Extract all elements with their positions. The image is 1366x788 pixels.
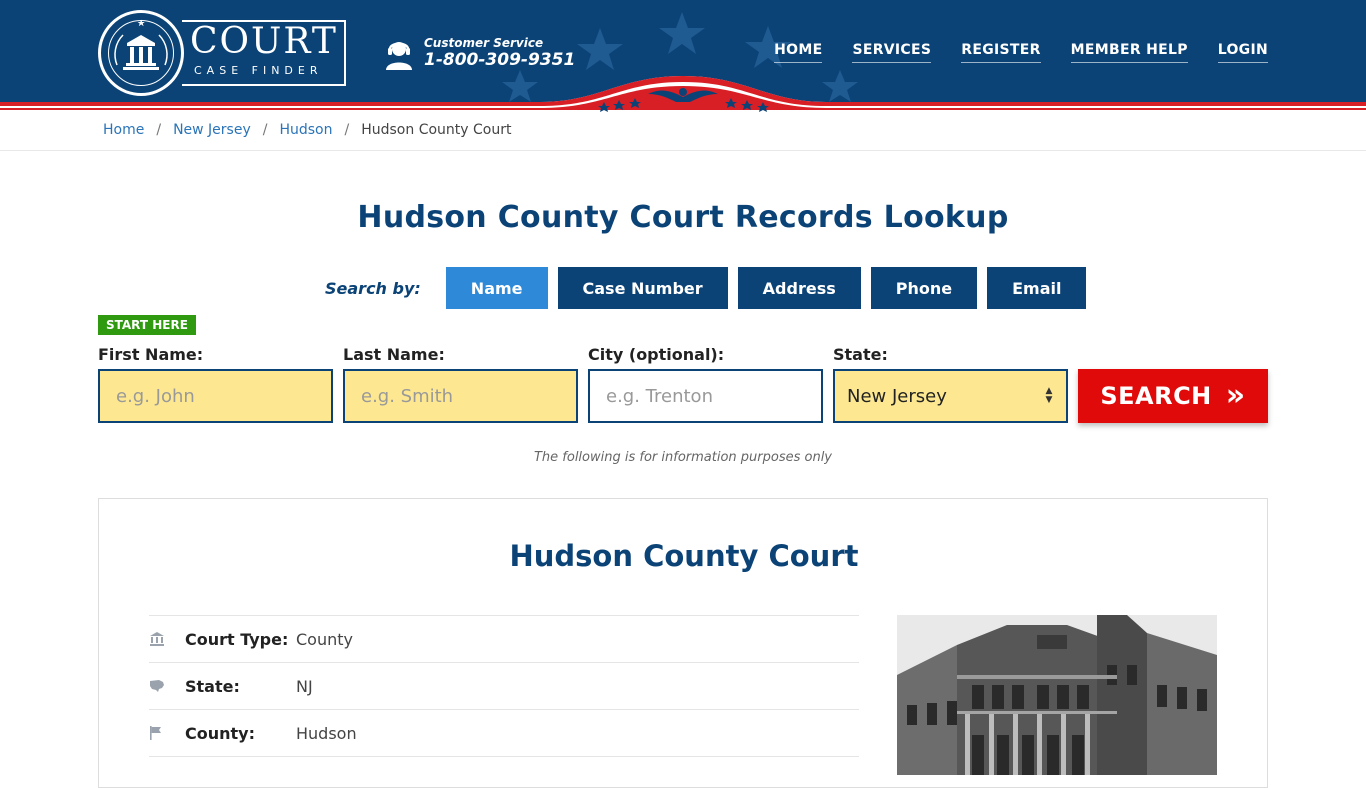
last-name-label: Last Name: (343, 345, 445, 364)
nav-register[interactable]: REGISTER (961, 42, 1041, 63)
search-by-label: Search by: (325, 278, 421, 298)
court-case-finder-logo[interactable]: COURT CASE FINDER (98, 10, 348, 96)
breadcrumb-separator: / (262, 122, 268, 138)
last-name-input[interactable]: e.g. Smith (343, 369, 578, 423)
info-note: The following is for information purpose… (533, 450, 833, 465)
nav-login[interactable]: LOGIN (1217, 42, 1268, 63)
breadcrumb: Home / New Jersey / Hudson / Hudson Coun… (103, 122, 511, 138)
nav-home[interactable]: HOME (774, 42, 823, 63)
state-select[interactable]: New Jersey ▲ ▼ (833, 369, 1068, 423)
first-name-placeholder: e.g. John (116, 385, 195, 407)
court-type-key: Court Type: (185, 629, 289, 649)
detail-row-divider (149, 756, 859, 757)
page-title: Hudson County Court Records Lookup (357, 200, 1009, 235)
customer-service-label: Customer Service (424, 36, 544, 50)
headset-icon (386, 42, 412, 70)
nav-member-help[interactable]: MEMBER HELP (1070, 42, 1188, 63)
select-arrows-icon: ▲ ▼ (1045, 386, 1053, 405)
usa-map-icon (149, 676, 185, 696)
breadcrumb-county[interactable]: Hudson (279, 122, 332, 138)
breadcrumb-current: Hudson County Court (361, 122, 512, 138)
double-chevron-right-icon: » (1225, 378, 1246, 413)
breadcrumb-state[interactable]: New Jersey (173, 122, 251, 138)
breadcrumb-divider (0, 150, 1366, 151)
customer-service-phone[interactable]: 1-800-309-9351 (424, 50, 575, 70)
courthouse-icon (149, 629, 185, 649)
tab-case-number[interactable]: Case Number (557, 267, 728, 309)
court-type-value: County (296, 629, 353, 649)
state-value: NJ (296, 676, 313, 696)
breadcrumb-separator: / (156, 122, 162, 138)
logo-subtitle: CASE FINDER (194, 64, 323, 77)
courthouse-emblem-icon (114, 19, 168, 70)
detail-row: State: NJ (149, 662, 859, 709)
state-select-value: New Jersey (847, 385, 947, 407)
courthouse-photo-drawing (897, 615, 1217, 775)
tab-email[interactable]: Email (987, 267, 1087, 309)
city-placeholder: e.g. Trenton (606, 385, 713, 407)
search-by-bar: Search by: Name Case Number Address Phon… (325, 267, 1096, 309)
court-title: Hudson County Court (509, 539, 859, 573)
county-key: County: (185, 723, 255, 743)
nav-services[interactable]: SERVICES (852, 42, 932, 63)
tab-address[interactable]: Address (737, 267, 861, 309)
main-nav: HOME SERVICES REGISTER MEMBER HELP LOGIN (774, 42, 1268, 63)
logo-word: COURT (190, 21, 338, 62)
court-card: Hudson County Court Court Type: County S… (98, 498, 1268, 788)
site-header: COURT CASE FINDER Customer Service 1-800… (0, 0, 1366, 112)
first-name-label: First Name: (98, 345, 204, 364)
detail-row: County: Hudson (149, 709, 859, 756)
detail-row: Court Type: County (149, 615, 859, 662)
search-button-label: SEARCH (1100, 382, 1212, 410)
city-label: City (optional): (588, 345, 725, 364)
breadcrumb-separator: / (344, 122, 350, 138)
flag-icon (149, 723, 185, 743)
start-here-badge: START HERE (98, 315, 196, 335)
search-button[interactable]: SEARCH » (1078, 369, 1268, 423)
logo-emblem (98, 10, 184, 96)
courthouse-photo (897, 615, 1217, 775)
state-label: State: (833, 345, 888, 364)
first-name-input[interactable]: e.g. John (98, 369, 333, 423)
breadcrumb-home[interactable]: Home (103, 122, 144, 138)
state-key: State: (185, 676, 240, 696)
court-details: Court Type: County State: NJ County: Hud… (149, 615, 859, 757)
tab-phone[interactable]: Phone (870, 267, 978, 309)
tab-name[interactable]: Name (445, 267, 548, 309)
city-input[interactable]: e.g. Trenton (588, 369, 823, 423)
last-name-placeholder: e.g. Smith (361, 385, 454, 407)
county-value: Hudson (296, 723, 357, 743)
